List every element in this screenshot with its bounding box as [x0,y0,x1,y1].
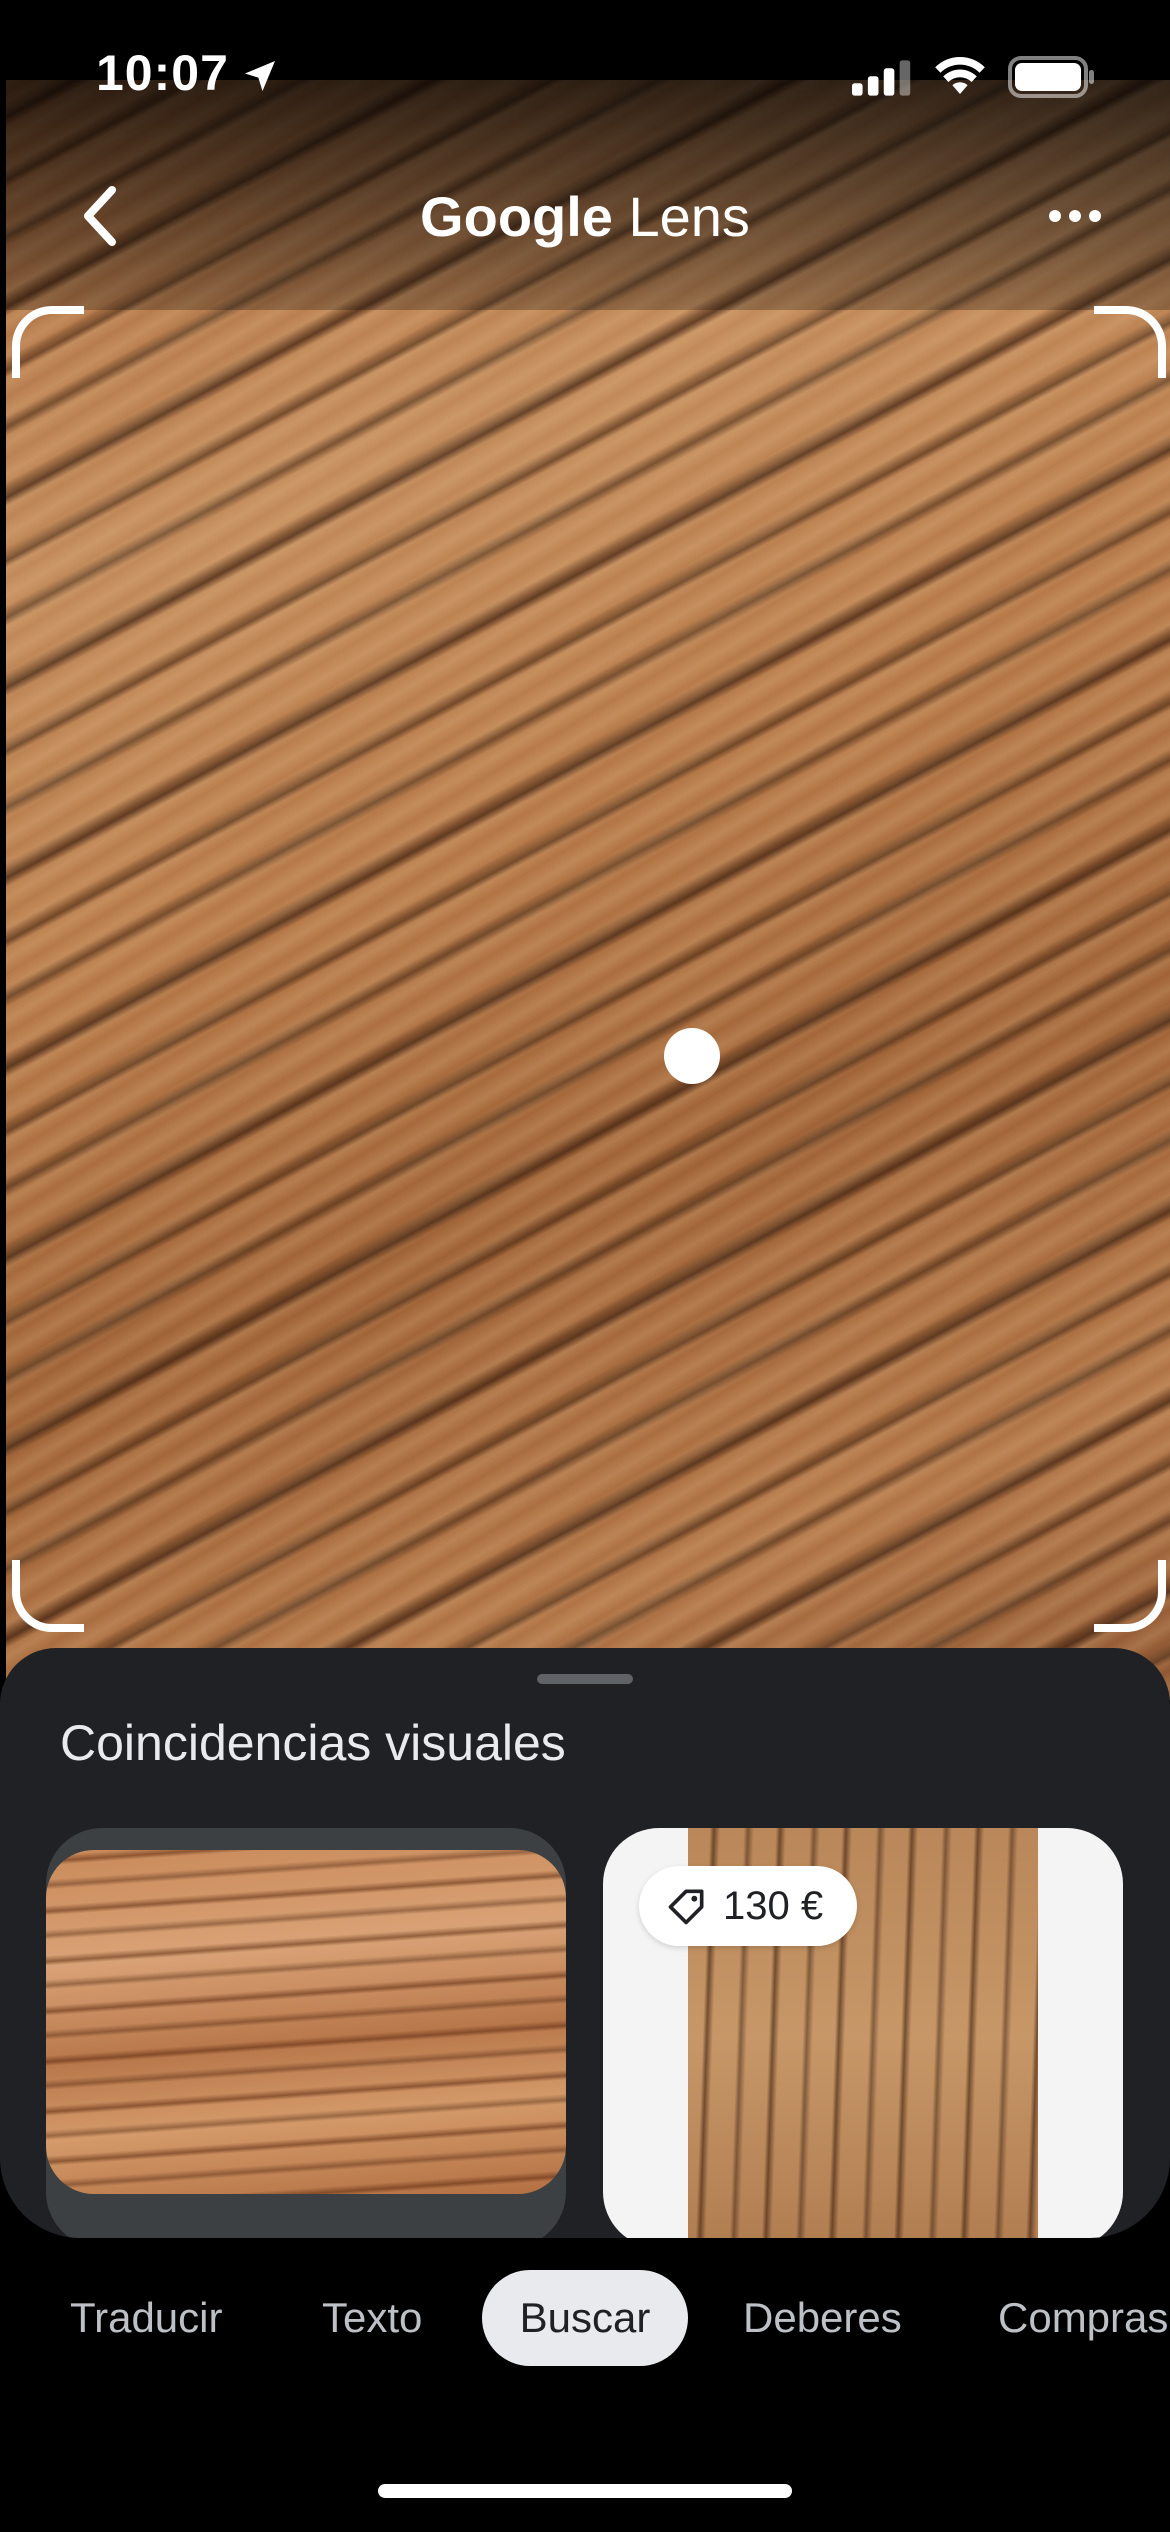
price-badge: 130 € [639,1866,858,1946]
battery-icon [1008,56,1094,98]
price-text: 130 € [723,1883,824,1928]
camera-image[interactable] [6,80,1170,1700]
home-indicator[interactable] [378,2484,792,2498]
results-sheet: Coincidencias visuales 130 € [0,1648,1170,2238]
location-arrow-icon [245,61,275,91]
result-thumbnail [46,1850,566,2194]
app-title: Google Lens [0,184,1170,249]
price-tag-icon [668,1889,704,1925]
lens-mode-tabs: Traducir Texto Buscar Deberes Compras [0,2270,1170,2370]
more-horizontal-icon [1049,210,1101,222]
tab-shopping[interactable]: Compras [998,2270,1168,2366]
status-bar: 10:07 [0,0,1170,150]
tab-homework[interactable]: Deberes [743,2270,902,2366]
sheet-drag-handle[interactable] [537,1674,633,1684]
phone-screen: 10:07 Google Lens Coincidencias visuales… [0,0,1170,2532]
tab-search[interactable]: Buscar [482,2270,688,2366]
focus-point[interactable] [664,1028,720,1084]
cellular-signal-icon [852,60,911,96]
result-card[interactable] [46,1828,566,2238]
selection-corner-top-left[interactable] [12,306,84,378]
app-title-brand: Google [420,185,613,248]
wifi-icon [935,56,985,94]
lens-header: Google Lens [0,170,1170,270]
tab-text[interactable]: Texto [322,2270,422,2366]
more-options-button[interactable] [1030,176,1120,256]
tab-translate[interactable]: Traducir [70,2270,222,2366]
status-time: 10:07 [96,45,229,101]
results-title: Coincidencias visuales [60,1715,566,1771]
result-card[interactable]: 130 € [603,1828,1123,2238]
app-title-product: Lens [628,185,750,248]
